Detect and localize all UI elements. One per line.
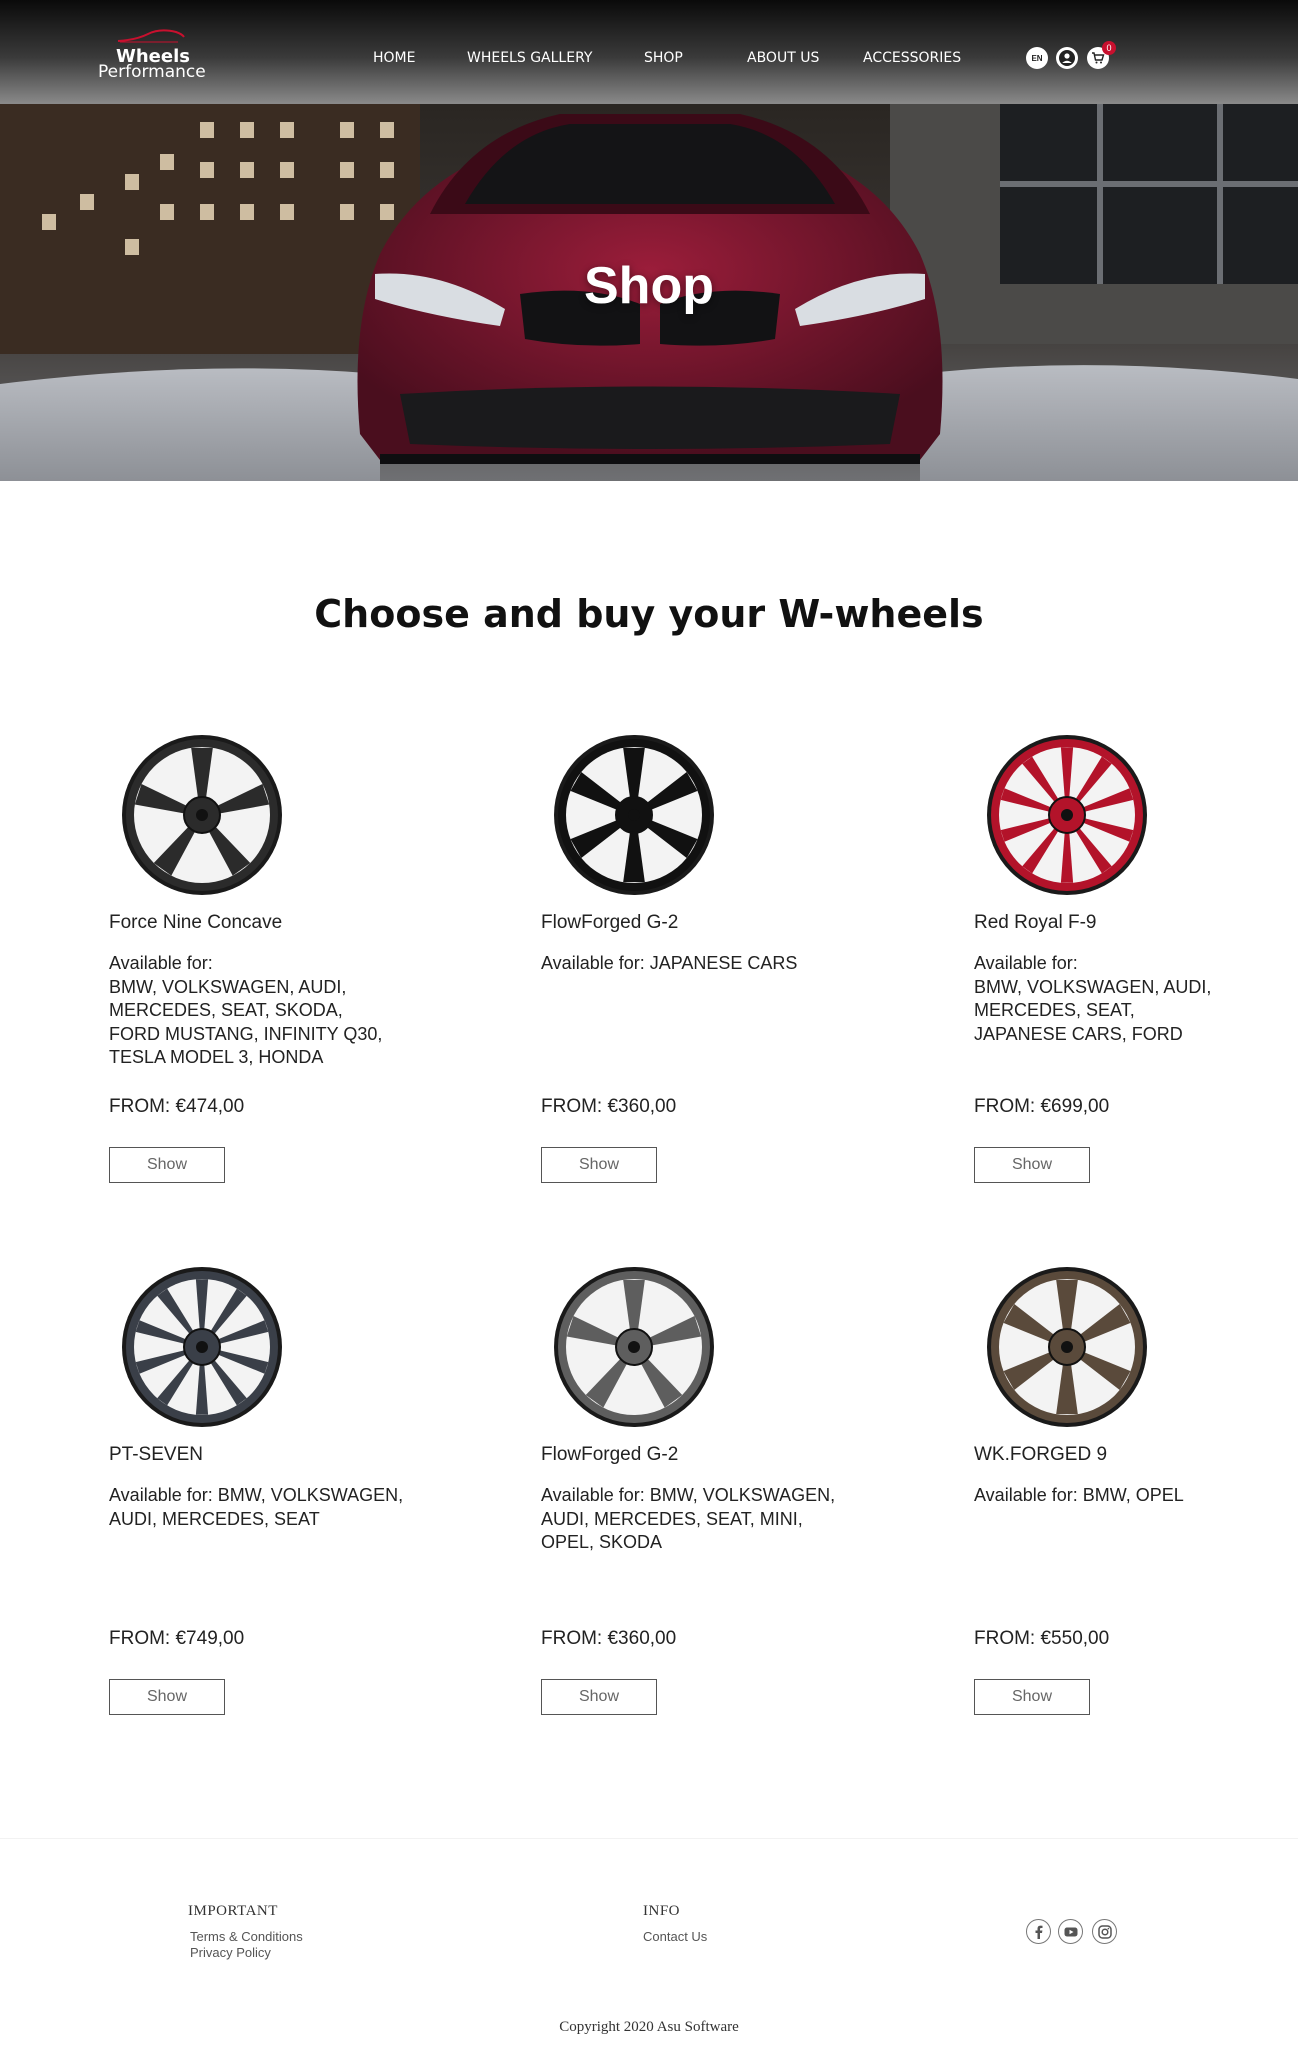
show-button[interactable]: Show: [541, 1679, 657, 1715]
product-availability: Available for: BMW, VOLKSWAGEN, AUDI, MER…: [541, 1484, 861, 1555]
product-name[interactable]: Force Nine Concave: [109, 912, 282, 934]
availability-line: Available for: BMW, VOLKSWAGEN,: [541, 1485, 836, 1505]
product-name[interactable]: FlowForged G-2: [541, 1444, 678, 1466]
wheel-image[interactable]: [982, 730, 1152, 900]
availability-line: FORD MUSTANG, INFINITY Q30,: [109, 1023, 383, 1044]
privacy-link[interactable]: Privacy Policy: [190, 1945, 271, 1960]
logo-swoosh-icon: [117, 29, 185, 43]
cart-count-badge: 0: [1102, 41, 1116, 55]
product-price: FROM: €360,00: [541, 1628, 677, 1649]
wheel-image[interactable]: [982, 1262, 1152, 1432]
footer-info-heading: INFO: [643, 1903, 681, 1919]
product-availability: Available for: BMW, VOLKSWAGEN, AUDI, MER…: [109, 1484, 429, 1531]
availability-line: Available for: BMW, VOLKSWAGEN,: [109, 1485, 404, 1505]
availability-line: Available for: BMW, OPEL: [974, 1485, 1184, 1505]
availability-line: Available for: JAPANESE CARS: [541, 953, 798, 973]
footer-important-heading: IMPORTANT: [188, 1903, 278, 1919]
hero-title: Shop: [584, 257, 714, 315]
availability-line: Available for:: [974, 953, 1078, 973]
product-availability: Available for: BMW, VOLKSWAGEN, AUDI, MERC…: [109, 952, 429, 1070]
section-title: Choose and buy your W-wheels: [314, 592, 984, 636]
availability-line: BMW, VOLKSWAGEN, AUDI,: [109, 976, 347, 997]
availability-line: AUDI, MERCEDES, SEAT, MINI,: [541, 1508, 803, 1529]
nav-about-us[interactable]: ABOUT US: [747, 50, 819, 66]
instagram-icon[interactable]: [1092, 1919, 1117, 1944]
wheel-image[interactable]: [549, 1262, 719, 1432]
language-label: EN: [1031, 53, 1043, 63]
product-availability: Available for: BMW, VOLKSWAGEN, AUDI, MERC…: [974, 952, 1294, 1046]
show-button[interactable]: Show: [109, 1679, 225, 1715]
product-name[interactable]: FlowForged G-2: [541, 912, 678, 934]
youtube-icon[interactable]: [1058, 1919, 1083, 1944]
wheel-image[interactable]: [117, 730, 287, 900]
nav-wheels-gallery[interactable]: WHEELS GALLERY: [467, 50, 592, 66]
show-button[interactable]: Show: [974, 1679, 1090, 1715]
terms-link[interactable]: Terms & Conditions: [190, 1929, 303, 1944]
product-name[interactable]: WK.FORGED 9: [974, 1444, 1107, 1466]
show-button[interactable]: Show: [541, 1147, 657, 1183]
product-availability: Available for: JAPANESE CARS: [541, 952, 861, 976]
product-price: FROM: €360,00: [541, 1096, 677, 1117]
availability-line: OPEL, SKODA: [541, 1532, 663, 1552]
wheel-image[interactable]: [549, 730, 719, 900]
product-price: FROM: €550,00: [974, 1628, 1110, 1649]
account-icon[interactable]: [1056, 47, 1078, 69]
product-name[interactable]: PT-SEVEN: [109, 1444, 203, 1466]
product-name[interactable]: Red Royal F-9: [974, 912, 1097, 934]
show-button[interactable]: Show: [109, 1147, 225, 1183]
availability-line: MERCEDES, SEAT,: [974, 1000, 1135, 1020]
show-button[interactable]: Show: [974, 1147, 1090, 1183]
cart-glyph-icon: [1092, 52, 1105, 64]
availability-line: MERCEDES, SEAT, SKODA,: [109, 1000, 343, 1020]
account-glyph-icon: [1059, 50, 1075, 66]
availability-line: AUDI, MERCEDES, SEAT: [109, 1508, 320, 1529]
availability-line: JAPANESE CARS, FORD: [974, 1023, 1183, 1044]
language-icon[interactable]: EN: [1026, 47, 1048, 69]
logo-line2: Performance: [98, 62, 206, 82]
availability-line: Available for:: [109, 953, 213, 973]
wheel-image[interactable]: [117, 1262, 287, 1432]
nav-accessories[interactable]: ACCESSORIES: [863, 50, 961, 66]
availability-line: BMW, VOLKSWAGEN, AUDI,: [974, 976, 1212, 997]
product-availability: Available for: BMW, OPEL: [974, 1484, 1294, 1508]
product-price: FROM: €749,00: [109, 1628, 245, 1649]
facebook-icon[interactable]: [1026, 1919, 1051, 1944]
product-price: FROM: €699,00: [974, 1096, 1110, 1117]
site-logo[interactable]: Wheels Performance: [96, 26, 206, 86]
copyright-text: Copyright 2020 Asu Software: [559, 2019, 739, 2035]
site-footer: IMPORTANT Terms & Conditions Privacy Pol…: [0, 1838, 1298, 2048]
site-header: Wheels Performance HOME WHEELS GALLERY S…: [0, 0, 1298, 104]
nav-shop[interactable]: SHOP: [644, 50, 683, 66]
hero-banner: Shop: [0, 104, 1298, 481]
nav-home[interactable]: HOME: [373, 50, 415, 66]
availability-line: TESLA MODEL 3, HONDA: [109, 1047, 324, 1067]
product-price: FROM: €474,00: [109, 1096, 245, 1117]
contact-link[interactable]: Contact Us: [643, 1929, 707, 1944]
